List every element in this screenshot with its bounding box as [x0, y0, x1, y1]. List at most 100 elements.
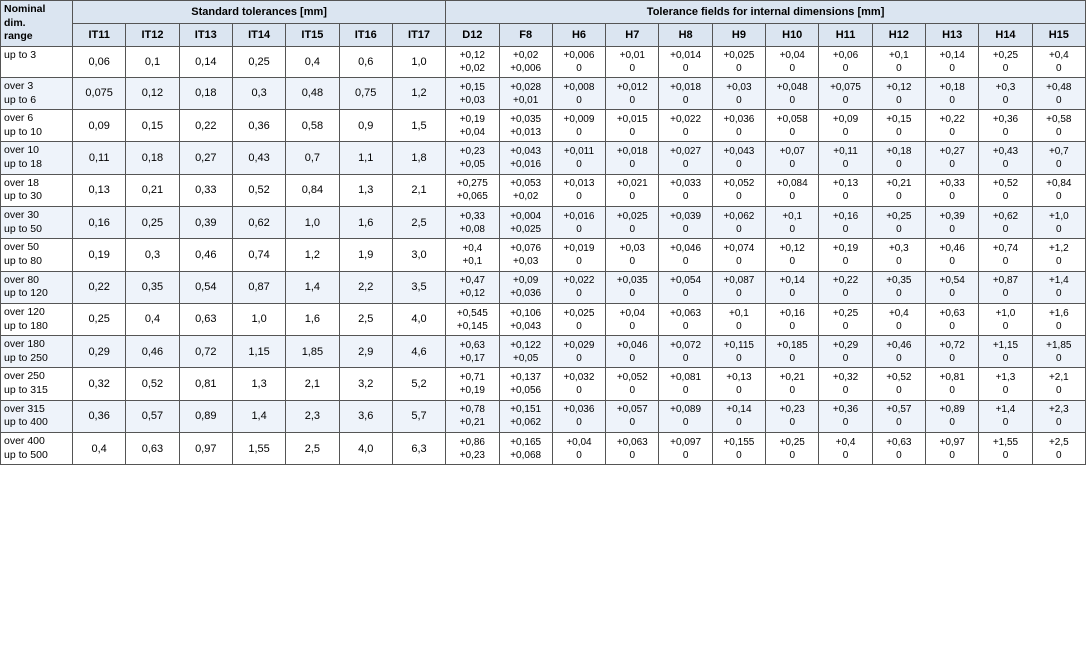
tol-value: +0,30 [979, 77, 1032, 109]
tol-value: +0,130 [712, 368, 765, 400]
table-row: over 400up to 5000,40,630,971,552,54,06,… [1, 433, 1086, 465]
it-value: 1,15 [232, 336, 285, 368]
tol-value: +0,0160 [552, 207, 605, 239]
tol-value: +0,0110 [552, 142, 605, 174]
it-value: 1,2 [286, 239, 339, 271]
tol-value: +0,220 [926, 110, 979, 142]
tol-value: +0,0290 [552, 336, 605, 368]
header-it15: IT15 [286, 23, 339, 46]
it-value: 2,5 [392, 207, 445, 239]
header-it11: IT11 [73, 23, 126, 46]
tol-value: +0,140 [712, 400, 765, 432]
dim-range-cell: over 3up to 6 [1, 77, 73, 109]
tol-value: +0,330 [926, 174, 979, 206]
it-value: 0,15 [126, 110, 179, 142]
it-value: 0,72 [179, 336, 232, 368]
header-it17: IT17 [392, 23, 445, 46]
it-value: 3,2 [339, 368, 392, 400]
tol-value: +0,350 [872, 271, 925, 303]
it-value: 4,0 [339, 433, 392, 465]
tol-value: +0,86+0,23 [446, 433, 499, 465]
tol-value: +0,0330 [659, 174, 712, 206]
tol-value: +0,210 [766, 368, 819, 400]
it-value: 0,25 [126, 207, 179, 239]
dim-range-cell: over 10up to 18 [1, 142, 73, 174]
tol-value: +0,0080 [552, 77, 605, 109]
it-value: 0,97 [179, 433, 232, 465]
it-value: 0,43 [232, 142, 285, 174]
it-value: 0,62 [232, 207, 285, 239]
header-it13: IT13 [179, 23, 232, 46]
header-h14: H14 [979, 23, 1032, 46]
tol-value: +0,0250 [712, 46, 765, 77]
it-value: 0,39 [179, 207, 232, 239]
tol-value: +0,076+0,03 [499, 239, 552, 271]
dim-range-cell: over 30up to 50 [1, 207, 73, 239]
tol-value: +1,20 [1032, 239, 1085, 271]
subheader-row: IT11 IT12 IT13 IT14 IT15 IT16 IT17 D12 F… [1, 23, 1086, 46]
it-value: 0,12 [126, 77, 179, 109]
table-row: over 180up to 2500,290,460,721,151,852,9… [1, 336, 1086, 368]
tol-value: +0,1150 [712, 336, 765, 368]
tol-value: +0,0580 [766, 110, 819, 142]
table-row: over 315up to 4000,360,570,891,42,33,65,… [1, 400, 1086, 432]
it-value: 0,74 [232, 239, 285, 271]
tol-value: +0,0750 [819, 77, 872, 109]
dim-range-cell: over 250up to 315 [1, 368, 73, 400]
tol-value: +0,0460 [606, 336, 659, 368]
tol-value: +0,0350 [606, 271, 659, 303]
tol-value: +0,1550 [712, 433, 765, 465]
it-value: 0,4 [126, 303, 179, 335]
tol-value: +0,028+0,01 [499, 77, 552, 109]
tol-value: +0,620 [979, 207, 1032, 239]
tol-value: +0,12+0,02 [446, 46, 499, 77]
it-value: 0,36 [232, 110, 285, 142]
it-value: 1,1 [339, 142, 392, 174]
it-value: 2,5 [339, 303, 392, 335]
it-value: 6,3 [392, 433, 445, 465]
table-row: over 50up to 800,190,30,460,741,21,93,0+… [1, 239, 1086, 271]
tol-value: +0,040 [606, 303, 659, 335]
tol-value: +2,10 [1032, 368, 1085, 400]
tol-value: +1,550 [979, 433, 1032, 465]
table-body: up to 30,060,10,140,250,40,61,0+0,12+0,0… [1, 46, 1086, 464]
it-value: 0,87 [232, 271, 285, 303]
it-value: 0,21 [126, 174, 179, 206]
tol-value: +0,71+0,19 [446, 368, 499, 400]
it-value: 2,3 [286, 400, 339, 432]
tol-value: +0,0190 [552, 239, 605, 271]
tol-value: +0,130 [819, 174, 872, 206]
tol-value: +0,250 [766, 433, 819, 465]
it-value: 0,9 [339, 110, 392, 142]
table-row: over 18up to 300,130,210,330,520,841,32,… [1, 174, 1086, 206]
tol-value: +1,00 [979, 303, 1032, 335]
tol-value: +0,430 [979, 142, 1032, 174]
tol-value: +0,480 [1032, 77, 1085, 109]
it-value: 3,0 [392, 239, 445, 271]
it-value: 1,0 [286, 207, 339, 239]
it-value: 0,4 [73, 433, 126, 465]
it-value: 0,22 [179, 110, 232, 142]
it-value: 0,27 [179, 142, 232, 174]
tol-value: +0,160 [766, 303, 819, 335]
tol-value: +0,0740 [712, 239, 765, 271]
table-row: over 30up to 500,160,250,390,621,01,62,5… [1, 207, 1086, 239]
tol-value: +0,230 [766, 400, 819, 432]
it-value: 0,16 [73, 207, 126, 239]
it-value: 0,63 [179, 303, 232, 335]
tol-value: +0,120 [766, 239, 819, 271]
tol-value: +0,720 [926, 336, 979, 368]
header-h13: H13 [926, 23, 979, 46]
tol-value: +0,004+0,025 [499, 207, 552, 239]
it-value: 0,58 [286, 110, 339, 142]
tol-value: +0,043+0,016 [499, 142, 552, 174]
tol-value: +0,0210 [606, 174, 659, 206]
tol-value: +0,740 [979, 239, 1032, 271]
tol-value: +0,220 [819, 271, 872, 303]
tol-value: +0,040 [766, 46, 819, 77]
dim-range-cell: over 80up to 120 [1, 271, 73, 303]
tol-value: +0,250 [819, 303, 872, 335]
tol-value: +0,0970 [659, 433, 712, 465]
it-value: 0,84 [286, 174, 339, 206]
tol-value: +0,0120 [606, 77, 659, 109]
